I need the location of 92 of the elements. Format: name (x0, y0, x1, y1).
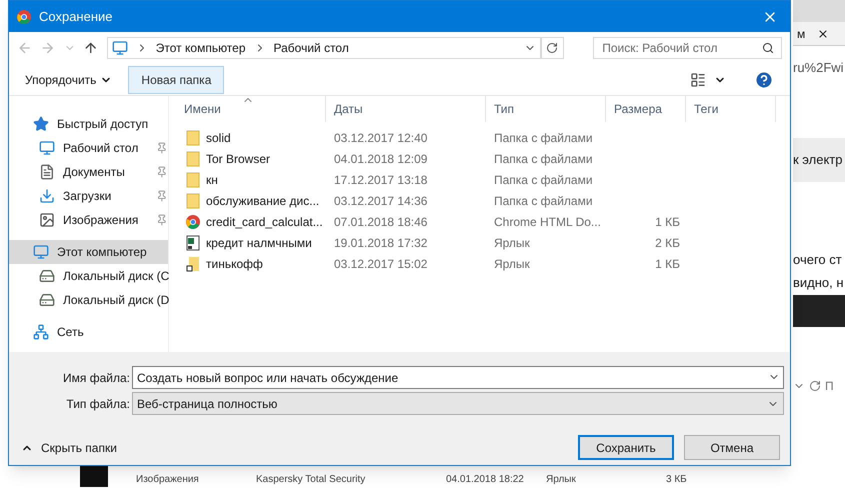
breadcrumb[interactable]: Этот компьютер (156, 39, 246, 57)
bottom-text: 04.01.2018 18:22 (446, 473, 525, 487)
bottom-text: Изображения (136, 473, 200, 487)
table-cell-text: Папка с файлами (493, 130, 594, 146)
file-name[interactable]: Tor Browser (206, 150, 270, 168)
field-text: П (825, 378, 834, 394)
document-icon (39, 164, 55, 180)
file-name[interactable]: credit_card_calculat... (206, 212, 323, 230)
column-header[interactable]: Теги (686, 96, 776, 122)
table-cell-text: 17.12.2017 13:18 (333, 172, 428, 188)
search-field[interactable]: Поиск: Рабочий стол (593, 37, 782, 59)
star-icon (33, 116, 49, 132)
bottom-text: Kaspersky Total Security (256, 473, 366, 487)
image-icon (39, 212, 55, 228)
page-text: видно, н (793, 274, 845, 292)
table-cell-text: 03.12.2017 12:40 (333, 130, 428, 146)
new-folder-button[interactable]: Новая папка (128, 66, 224, 94)
help-icon[interactable] (754, 70, 774, 90)
dark-block (80, 465, 108, 487)
close-icon[interactable] (817, 28, 830, 40)
file-name[interactable]: кн (206, 170, 218, 188)
download-icon (39, 188, 55, 204)
sidebar-item[interactable]: Изображения (9, 208, 168, 232)
sidebar-item[interactable]: Этот компьютер (9, 240, 168, 264)
table-cell-text: 03.12.2017 14:36 (333, 192, 428, 210)
refresh-icon[interactable] (809, 380, 821, 392)
drive-icon (39, 292, 55, 308)
table-cell-text: 1 КБ (655, 214, 680, 230)
table-cell-text: Chrome HTML Do... (493, 214, 602, 230)
column-header[interactable]: Даты (326, 96, 486, 122)
column-header[interactable]: Размера (606, 96, 686, 122)
table-cell-text: Ярлык (493, 256, 531, 272)
field-label: Имя файла: (62, 370, 131, 386)
refresh-icon (546, 42, 558, 54)
folder-icon (186, 130, 200, 146)
sidebar-item[interactable]: Загрузки (9, 184, 168, 208)
hide-folders-button[interactable]: Скрыть папки (21, 438, 117, 456)
network-icon (33, 324, 49, 340)
folder-icon (186, 150, 200, 166)
bottom-text: Ярлык (546, 473, 577, 487)
organize-button[interactable]: Упорядочить (17, 66, 120, 92)
sidebar-item[interactable]: Рабочий стол (9, 136, 168, 160)
page-text: очего ст (793, 250, 843, 268)
sidebar-item[interactable]: Сеть (9, 320, 168, 344)
sidebar-item[interactable]: Документы (9, 160, 168, 184)
table-cell-text: 19.01.2018 17:32 (333, 234, 428, 252)
monitor-icon (112, 40, 128, 56)
table-cell-text: 1 КБ (655, 256, 680, 272)
shortcut-icon (186, 256, 200, 272)
file-name[interactable]: тинькофф (206, 254, 263, 272)
table-cell-text: Папка с файлами (493, 192, 594, 210)
file-name[interactable]: solid (206, 128, 231, 146)
column-header[interactable]: Имени (176, 96, 326, 122)
tab-strip (793, 0, 845, 22)
table-cell-text: Ярлык (493, 234, 531, 252)
table-cell-text: Папка с файлами (493, 150, 594, 168)
monitor-icon (39, 140, 55, 156)
dark-band (793, 294, 845, 326)
bottom-text: 3 КБ (666, 473, 687, 487)
table-cell-text: 07.01.2018 18:46 (333, 214, 428, 230)
table-cell-text: 03.12.2017 15:02 (333, 256, 428, 272)
table-cell-text: 04.01.2018 12:09 (333, 150, 428, 168)
chrome-logo-icon (186, 214, 200, 228)
view-icon[interactable] (690, 72, 706, 88)
folder-icon (186, 172, 200, 188)
sidebar-item[interactable]: Быстрый доступ (9, 112, 168, 136)
browser-tab[interactable]: м (793, 22, 845, 46)
breadcrumb[interactable]: Рабочий стол (274, 39, 349, 57)
url-text: ru%2Fwi (793, 59, 845, 77)
monitor-icon (33, 244, 49, 260)
sidebar-item[interactable]: Локальный диск (D (9, 288, 168, 312)
cancel-button[interactable]: Отмена (684, 435, 780, 460)
file-name[interactable]: кредит налмчными (206, 234, 312, 252)
field-label: Тип файла: (65, 396, 131, 412)
file-type-dropdown[interactable]: Веб-страница полностью (132, 392, 784, 415)
refresh-button[interactable] (540, 37, 564, 59)
up-icon[interactable] (83, 40, 99, 56)
drive-icon (39, 268, 55, 284)
table-cell-text: Папка с файлами (493, 172, 594, 188)
save-button[interactable]: Сохранить (578, 435, 674, 460)
sidebar-item[interactable]: Локальный диск (C (9, 264, 168, 288)
window-title: Сохранение (39, 8, 113, 26)
file-name-field[interactable]: Создать новый вопрос или начать обсуждение (132, 366, 784, 389)
file-name[interactable]: обслуживание дис... (206, 192, 320, 210)
column-header[interactable]: Тип (486, 96, 606, 122)
search-icon (762, 42, 774, 54)
table-cell-text: 2 КБ (655, 234, 680, 252)
folder-icon (186, 192, 200, 208)
chrome-logo-icon (17, 10, 31, 24)
spreadsheet-shortcut-icon (186, 234, 200, 250)
address-bar[interactable]: Этот компьютер Рабочий стол (106, 37, 541, 59)
page-text: к электр (793, 150, 842, 169)
